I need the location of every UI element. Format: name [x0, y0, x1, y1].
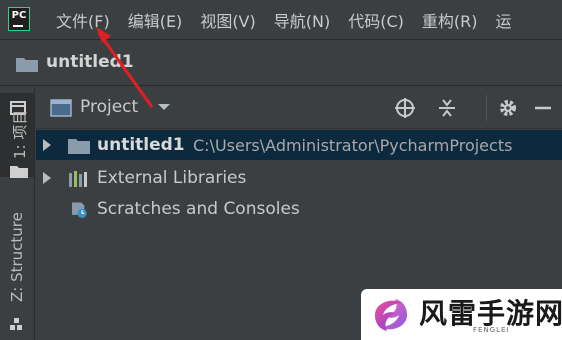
tree-row-external-libraries[interactable]: External Libraries — [36, 163, 562, 193]
menu-bar: PC 文件(F) 编辑(E) 视图(V) 导航(N) 代码(C) 重构(R) 运 — [0, 0, 562, 40]
locate-icon[interactable] — [394, 97, 416, 119]
scratches-icon — [72, 202, 87, 218]
library-icon — [69, 171, 87, 187]
logo-text: PC — [11, 10, 27, 21]
folder-icon — [68, 139, 90, 154]
project-tab-label: 1: 项目 — [11, 109, 29, 159]
menu-view[interactable]: 视图(V) — [200, 8, 255, 32]
breadcrumb-project[interactable]: untitled1 — [46, 52, 134, 72]
minimize-icon[interactable] — [532, 97, 554, 119]
menu-file[interactable]: 文件(F) — [56, 8, 110, 32]
menu-navigate[interactable]: 导航(N) — [274, 8, 330, 32]
chevron-down-icon[interactable] — [157, 102, 171, 112]
fenglei-logo-icon — [375, 299, 407, 331]
pycharm-logo-icon[interactable]: PC — [8, 7, 30, 31]
header-separator — [486, 95, 487, 121]
left-tool-strip: 1: 项目 Z: Structure — [0, 87, 35, 340]
panel-title[interactable]: Project — [80, 97, 138, 117]
menu-items: 文件(F) 编辑(E) 视图(V) 导航(N) 代码(C) 重构(R) 运 — [56, 0, 512, 40]
gear-icon[interactable] — [497, 97, 519, 119]
chevron-right-icon[interactable] — [42, 139, 52, 151]
menu-edit[interactable]: 编辑(E) — [128, 8, 183, 32]
collapse-all-icon[interactable] — [436, 97, 458, 119]
structure-icon[interactable] — [10, 317, 24, 331]
chevron-right-icon[interactable] — [42, 172, 52, 184]
logo-underline — [13, 25, 23, 27]
tree-item-label: untitled1 — [97, 135, 185, 155]
menu-code[interactable]: 代码(C) — [348, 8, 404, 32]
structure-tab-label[interactable]: Z: Structure — [8, 212, 26, 302]
watermark: 风雷手游网 FENGLEI — [361, 289, 562, 340]
folder-icon[interactable] — [10, 165, 28, 178]
project-panel-header: Project — [36, 87, 562, 129]
tree-item-label: External Libraries — [97, 168, 247, 188]
menu-run[interactable]: 运 — [496, 8, 512, 32]
tree-row-project[interactable]: untitled1 C:\Users\Administrator\Pycharm… — [36, 130, 562, 160]
watermark-sub: FENGLEI — [473, 326, 510, 334]
menu-refactor[interactable]: 重构(R) — [422, 8, 478, 32]
tree-item-label: Scratches and Consoles — [97, 199, 300, 219]
tree-item-path: C:\Users\Administrator\PycharmProjects — [193, 136, 513, 155]
navigation-bar: untitled1 — [0, 40, 562, 86]
tree-row-scratches[interactable]: Scratches and Consoles — [36, 194, 562, 224]
project-view-icon — [50, 99, 72, 117]
folder-icon — [16, 58, 38, 72]
